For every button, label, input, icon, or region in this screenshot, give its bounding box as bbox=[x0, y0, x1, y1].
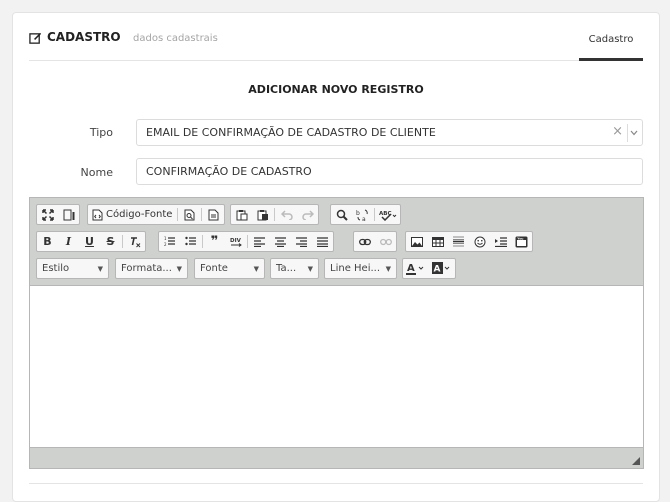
bidi-ltr-icon[interactable]: DIV bbox=[225, 232, 246, 251]
source-icon bbox=[92, 209, 103, 220]
svg-text:a: a bbox=[362, 216, 366, 221]
text-color-icon[interactable]: A bbox=[403, 259, 429, 278]
svg-text:A: A bbox=[434, 265, 441, 275]
select-divider bbox=[627, 124, 628, 142]
toolbar-separator bbox=[247, 235, 248, 248]
style-combo-label: Estilo bbox=[42, 263, 70, 274]
strike-icon[interactable]: S bbox=[100, 232, 121, 251]
italic-icon[interactable]: I bbox=[58, 232, 79, 251]
svg-text:b: b bbox=[356, 210, 360, 217]
align-center-icon[interactable] bbox=[270, 232, 291, 251]
source-label: Código-Fonte bbox=[106, 209, 173, 220]
nome-input[interactable] bbox=[136, 158, 643, 185]
chevron-down-icon: ▼ bbox=[176, 265, 182, 273]
panel-header: CADASTRO dados cadastrais Cadastro bbox=[29, 29, 643, 61]
smiley-icon[interactable] bbox=[469, 232, 490, 251]
toolbar-separator bbox=[374, 208, 375, 221]
toolbar-group-clipboard bbox=[230, 204, 319, 225]
chevron-down-icon: ▼ bbox=[253, 265, 259, 273]
line-height-combo-label: Line Hei... bbox=[330, 263, 381, 274]
paste-word-icon[interactable] bbox=[252, 205, 273, 224]
bold-icon[interactable]: B bbox=[37, 232, 58, 251]
toolbar-group-basicstyles: B I U S bbox=[36, 231, 146, 252]
blockquote-icon[interactable]: ❞ bbox=[204, 232, 225, 251]
underline-icon[interactable]: U bbox=[79, 232, 100, 251]
form-title: ADICIONAR NOVO REGISTRO bbox=[248, 83, 424, 96]
toolbar-group-source: Código-Fonte bbox=[87, 204, 226, 225]
redo-icon[interactable] bbox=[297, 205, 318, 224]
toolbar-group-paragraph: 12 ❞ DIV bbox=[158, 231, 334, 252]
toolbar-separator bbox=[202, 235, 203, 248]
unlink-icon[interactable] bbox=[375, 232, 396, 251]
bulleted-list-icon[interactable] bbox=[180, 232, 201, 251]
maximize-icon[interactable] bbox=[37, 205, 58, 224]
justify-icon[interactable] bbox=[312, 232, 333, 251]
toolbar-group-insert: You bbox=[405, 231, 533, 252]
toolbar-group-links bbox=[353, 231, 397, 252]
editor-toolbar: Código-Fonte b a ABC B I U S 1 2 ❞ DIV Y… bbox=[30, 198, 643, 286]
chevron-down-icon[interactable] bbox=[629, 126, 639, 140]
chevron-down-icon: ▼ bbox=[307, 265, 313, 273]
chevron-down-icon: ▼ bbox=[385, 265, 391, 273]
font-combo[interactable]: Fonte ▼ bbox=[194, 258, 265, 279]
panel: CADASTRO dados cadastrais Cadastro ADICI… bbox=[12, 12, 660, 502]
page-title: CADASTRO bbox=[47, 30, 121, 44]
paste-text-icon[interactable] bbox=[231, 205, 252, 224]
horizontal-rule-icon[interactable] bbox=[448, 232, 469, 251]
align-right-icon[interactable] bbox=[291, 232, 312, 251]
toolbar-separator bbox=[201, 208, 203, 221]
editor-content-area[interactable] bbox=[30, 287, 643, 447]
page-subtitle: dados cadastrais bbox=[133, 33, 218, 44]
svg-text:2: 2 bbox=[164, 242, 167, 247]
templates-icon[interactable] bbox=[203, 205, 224, 224]
svg-text:You: You bbox=[516, 236, 523, 240]
font-combo-label: Fonte bbox=[200, 263, 228, 274]
numbered-list-icon[interactable]: 12 bbox=[159, 232, 180, 251]
divider bbox=[29, 483, 643, 484]
image-icon[interactable] bbox=[406, 232, 427, 251]
font-size-combo[interactable]: Ta... ▼ bbox=[270, 258, 319, 279]
editor-statusbar bbox=[30, 447, 643, 468]
resize-handle-icon[interactable] bbox=[632, 457, 640, 465]
format-combo[interactable]: Formata... ▼ bbox=[115, 258, 188, 279]
format-combo-label: Formata... bbox=[121, 263, 172, 274]
toolbar-group-colors: A A bbox=[402, 258, 456, 279]
svg-text:A: A bbox=[407, 263, 415, 274]
undo-icon[interactable] bbox=[276, 205, 297, 224]
tab-cadastro[interactable]: Cadastro bbox=[579, 29, 643, 61]
preview-icon[interactable] bbox=[179, 205, 200, 224]
show-blocks-icon[interactable] bbox=[58, 205, 79, 224]
line-height-combo[interactable]: Line Hei... ▼ bbox=[324, 258, 397, 279]
svg-text:1: 1 bbox=[164, 236, 167, 241]
table-icon[interactable] bbox=[427, 232, 448, 251]
find-icon[interactable] bbox=[331, 205, 352, 224]
youtube-icon[interactable]: You bbox=[511, 232, 532, 251]
spellcheck-icon[interactable]: ABC bbox=[376, 205, 400, 224]
toolbar-separator bbox=[274, 208, 275, 221]
edit-icon bbox=[29, 32, 42, 44]
clear-icon[interactable]: × bbox=[612, 124, 623, 139]
tipo-selected-value: EMAIL DE CONFIRMAÇÃO DE CADASTRO DE CLIE… bbox=[146, 126, 436, 139]
source-button[interactable]: Código-Fonte bbox=[88, 205, 176, 224]
font-size-combo-label: Ta... bbox=[276, 263, 297, 274]
replace-icon[interactable]: ba bbox=[352, 205, 373, 224]
toolbar-separator bbox=[177, 208, 179, 221]
rich-text-editor: Código-Fonte b a ABC B I U S 1 2 ❞ DIV Y… bbox=[29, 197, 644, 469]
svg-text:DIV: DIV bbox=[230, 238, 242, 244]
chevron-down-icon: ▼ bbox=[97, 265, 103, 273]
indent-icon[interactable] bbox=[490, 232, 511, 251]
style-combo[interactable]: Estilo ▼ bbox=[36, 258, 109, 279]
link-icon[interactable] bbox=[354, 232, 375, 251]
tipo-select[interactable]: EMAIL DE CONFIRMAÇÃO DE CADASTRO DE CLIE… bbox=[136, 119, 643, 146]
toolbar-separator bbox=[122, 235, 123, 248]
toolbar-group-editing: ba ABC bbox=[330, 204, 401, 225]
nome-label: Nome bbox=[80, 166, 113, 179]
tipo-label: Tipo bbox=[89, 126, 113, 139]
remove-format-icon[interactable] bbox=[124, 232, 145, 251]
bg-color-icon[interactable]: A bbox=[429, 259, 455, 278]
align-left-icon[interactable] bbox=[249, 232, 270, 251]
toolbar-group-document-view bbox=[36, 204, 80, 225]
